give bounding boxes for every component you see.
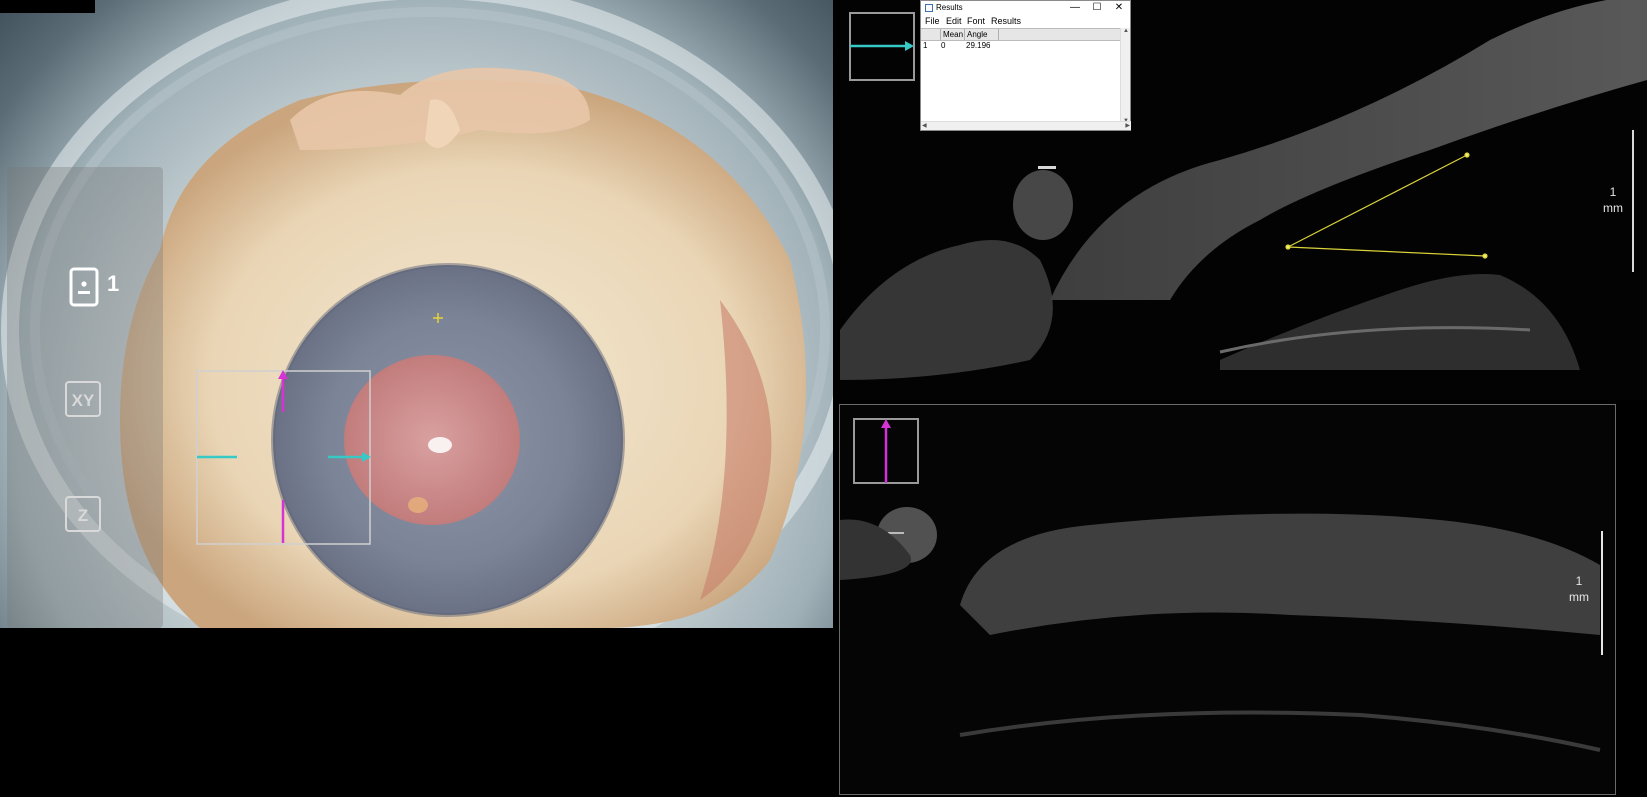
scroll-up-icon[interactable]: ▲ <box>1123 28 1129 34</box>
xy-view-button[interactable]: XY <box>65 381 101 417</box>
vertical-scan-indicator <box>881 419 891 483</box>
menu-font[interactable]: Font <box>967 16 985 26</box>
row-angle: 29.196 <box>966 41 991 50</box>
results-menubar: File Edit Font Results <box>921 15 1130 27</box>
camera-top-bar <box>0 0 95 13</box>
column-header-mean[interactable]: Mean <box>941 29 965 40</box>
menu-results[interactable]: Results <box>991 16 1021 26</box>
close-button[interactable]: ✕ <box>1108 1 1130 15</box>
menu-file[interactable]: File <box>925 16 940 26</box>
z-view-button[interactable]: Z <box>65 496 101 532</box>
scale-label: 1 mm <box>1603 185 1623 215</box>
results-table-header: Mean Angle <box>921 28 1122 41</box>
menu-edit[interactable]: Edit <box>946 16 962 26</box>
camera-view: 1 XY Z <box>0 0 833 628</box>
results-window[interactable]: Results — ☐ ✕ File Edit Font Results Mea… <box>920 0 1131 131</box>
scale-label-vertical: 1 mm <box>1569 574 1589 604</box>
oct-vertical-scan: 1 mm <box>839 404 1616 795</box>
scroll-left-icon[interactable]: ◀ <box>922 122 927 129</box>
column-header-index[interactable] <box>921 29 941 40</box>
scroll-right-icon[interactable]: ▶ <box>1125 122 1130 129</box>
oct-bottom-image <box>840 418 1603 752</box>
results-horizontal-scrollbar[interactable]: ◀ ▶ <box>921 121 1131 130</box>
results-vertical-scrollbar[interactable]: ▲ ▼ <box>1120 28 1130 124</box>
results-window-icon <box>925 4 933 12</box>
side-toolbar: 1 XY Z <box>7 167 163 628</box>
column-header-angle[interactable]: Angle <box>965 29 999 40</box>
document-count: 1 <box>107 271 120 296</box>
minimize-button[interactable]: — <box>1064 1 1086 15</box>
results-title: Results <box>936 3 963 12</box>
horizontal-scan-indicator <box>850 41 914 51</box>
results-titlebar[interactable]: Results — ☐ ✕ <box>921 1 1130 15</box>
row-mean: 0 <box>941 41 946 50</box>
maximize-button[interactable]: ☐ <box>1086 1 1108 15</box>
row-index: 1 <box>923 41 928 50</box>
